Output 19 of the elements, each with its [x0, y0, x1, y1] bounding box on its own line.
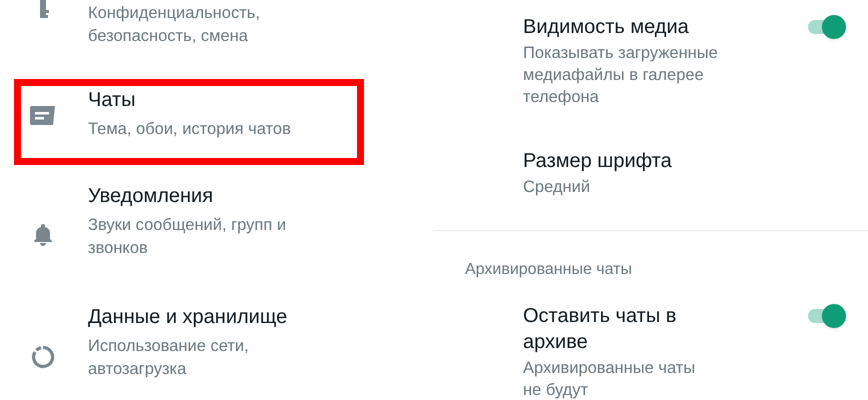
setting-description: Архивированные чаты не будут: [523, 358, 696, 400]
setting-description: Тема, обои, история чатов: [88, 119, 292, 140]
toggle-switch[interactable]: [806, 304, 846, 328]
setting-description: Средний: [523, 177, 592, 198]
setting-title: Видимость медиа: [523, 15, 690, 40]
bell-icon: [33, 224, 53, 246]
setting-description: Звуки сообщений, групп и звонков: [88, 215, 288, 259]
toggle-switch[interactable]: [806, 15, 846, 39]
setting-description: Использование сети, автозагрузка: [88, 336, 250, 380]
setting-title: Уведомления: [88, 184, 214, 209]
setting-description: Показывать загруженные медиафайлы в галерее телефона: [523, 43, 719, 108]
circle-icon: [31, 345, 55, 369]
section-header: Архивированные чаты: [464, 260, 634, 280]
setting-title: Размер шрифта: [523, 149, 673, 174]
setting-title: Оставить чаты в архиве: [523, 304, 678, 355]
setting-title: Чаты: [88, 88, 137, 113]
setting-title: Данные и хранилище: [88, 305, 288, 330]
setting-description: Конфиденциальность, безопасность, смена: [88, 3, 261, 47]
chat-icon: [30, 106, 56, 126]
